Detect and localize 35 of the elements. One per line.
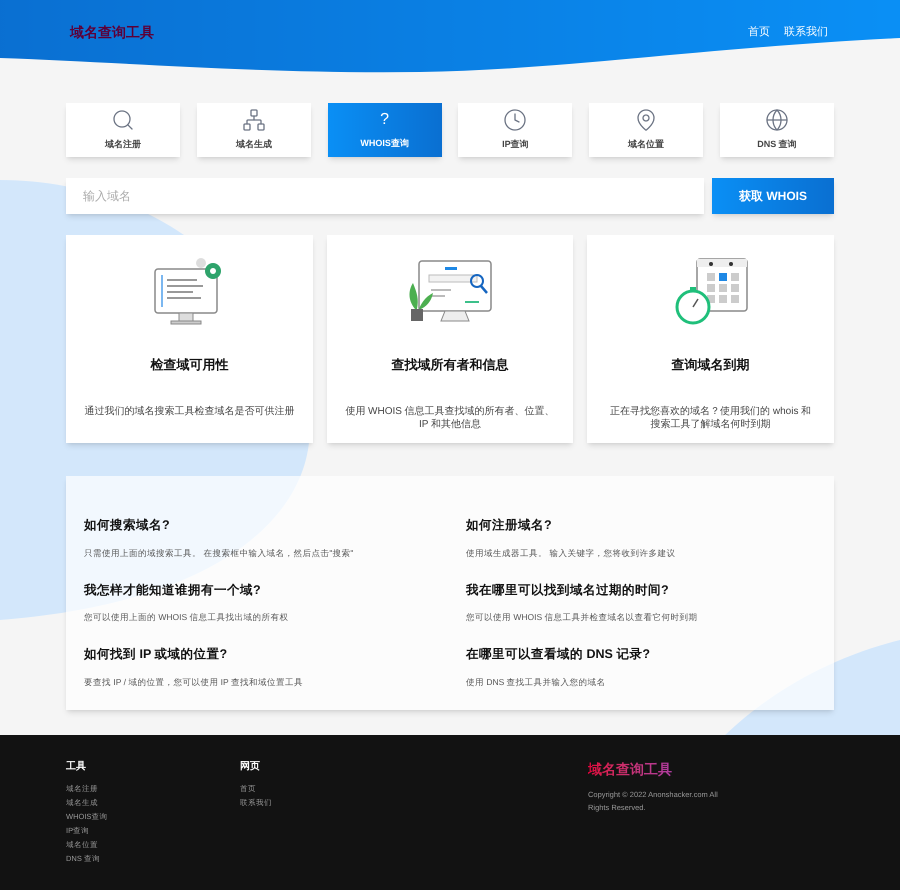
faq-question: 如何注册域名? [466, 517, 553, 534]
tool-tab[interactable]: 域名注册 [66, 103, 180, 157]
tool-tab[interactable]: IP查询 [458, 103, 572, 157]
faq-answer: 使用 DNS 查找工具并输入您的域名 [466, 676, 607, 689]
footer-heading: 网页 [240, 760, 261, 774]
clock-icon [503, 108, 528, 132]
feature-description: 使用 WHOIS 信息工具查找域的所有者、位置、IP 和其他信息 [344, 404, 556, 430]
faq-answer: 使用域生成器工具。 输入关键字，您将收到许多建议 [466, 546, 676, 560]
faq-answer: 要查找 IP / 域的位置，您可以使用 IP 查找和域位置工具 [84, 676, 304, 689]
nav-link[interactable]: 首页 [748, 24, 770, 41]
feature-title: 查找域所有者和信息 [391, 356, 508, 374]
feature-description: 通过我们的域名搜索工具检查域名是否可供注册 [84, 404, 294, 418]
faq-question: 我在哪里可以找到域名过期的时间? [466, 582, 670, 599]
faq-question: 我怎样才能知道谁拥有一个域? [84, 582, 262, 599]
nav-link[interactable]: 联系我们 [784, 24, 828, 41]
faq-question: 如何找到 IP 或域的位置? [84, 646, 228, 664]
tool-tab[interactable]: 域名位置 [589, 103, 704, 157]
feature-description: 正在寻找您喜欢的域名？使用我们的 whois 和搜索工具了解域名何时到期 [609, 404, 812, 430]
faq-question: 如何搜索域名? [84, 517, 171, 534]
network-icon [242, 108, 266, 132]
faq-answer: 只需使用上面的域搜索工具。 在搜索框中输入域名，然后点击"搜索" [84, 546, 354, 560]
feature-title: 查询域名到期 [672, 356, 750, 374]
faq-question: 在哪里可以查看域的 DNS 记录? [466, 646, 651, 664]
feature-title: 检查域可用性 [150, 356, 228, 374]
tool-tab[interactable]: ? WHOIS查询 [328, 103, 442, 157]
globe-icon [764, 108, 789, 132]
question-mark-icon: ? [380, 109, 390, 132]
footer-heading: 工具 [66, 760, 87, 774]
tool-tab[interactable]: DNS 查询 [720, 103, 834, 157]
domain-input[interactable]: 输入域名 [66, 178, 704, 214]
search-icon [111, 108, 135, 132]
tool-tab[interactable]: 域名生成 [196, 103, 311, 157]
get-whois-button[interactable]: 获取 WHOIS [712, 178, 834, 214]
faq-answer: 您可以使用 WHOIS 信息工具并检查域名以查看它何时到期 [466, 611, 699, 624]
faq-answer: 您可以使用上面的 WHOIS 信息工具找出域的所有权 [84, 611, 290, 624]
